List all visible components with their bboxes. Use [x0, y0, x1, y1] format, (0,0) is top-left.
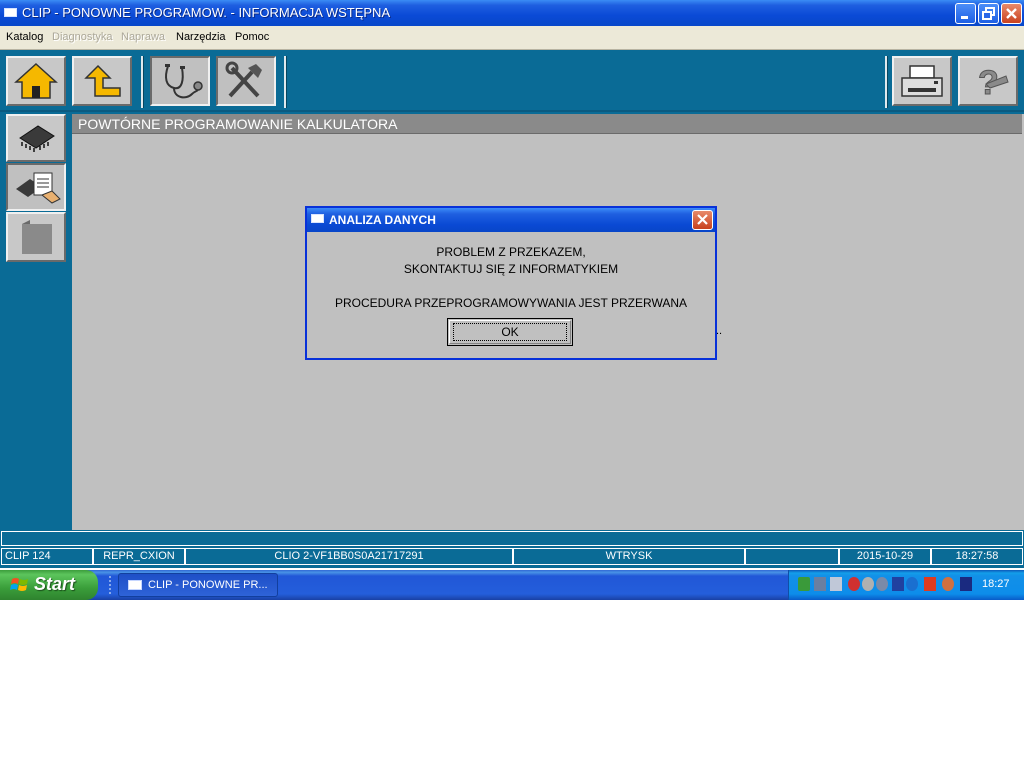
dialog-message-line2: SKONTAKTUJ SIĘ Z INFORMATYKIEM [403, 262, 619, 276]
toolbar-separator [885, 56, 888, 108]
menu-pomoc[interactable]: Pomoc [235, 31, 269, 43]
document-icon [22, 220, 52, 254]
diagnostics-button[interactable] [150, 56, 210, 106]
tray-power-icon[interactable] [906, 577, 918, 591]
menu-katalog[interactable]: Katalog [6, 31, 43, 43]
tray-connection-icon[interactable] [814, 577, 826, 591]
tray-update-icon[interactable] [942, 577, 954, 591]
tray-warning-icon[interactable] [924, 577, 936, 591]
tray-network-icon[interactable] [798, 577, 810, 591]
tray-security-icon[interactable] [848, 577, 860, 591]
status-connection: REPR_CXION [93, 548, 185, 565]
window-title: CLIP - PONOWNE PROGRAMOW. - INFORMACJA W… [22, 5, 391, 20]
printer-icon [901, 65, 943, 97]
tray-clock[interactable]: 18:27 [982, 578, 1010, 590]
taskbar-app-icon [128, 580, 142, 590]
dialog-close-button[interactable] [692, 210, 713, 230]
dialog-message-line1: PROBLEM Z PRZEKAZEM, [436, 245, 586, 259]
tools-button[interactable] [216, 56, 276, 106]
back-arrow-icon [84, 64, 121, 97]
menu-narzedzia[interactable]: Narzędzia [176, 31, 226, 43]
minimize-icon [961, 16, 968, 19]
toolbar-separator [284, 56, 287, 108]
home-icon [14, 62, 58, 99]
dialog-title: ANALIZA DANYCH [329, 213, 436, 227]
app-window-icon [4, 8, 17, 17]
menu-naprawa: Naprawa [121, 31, 166, 43]
back-button[interactable] [72, 56, 132, 106]
ecu-programming-icon [16, 172, 61, 204]
content-title: POWTÓRNE PROGRAMOWANIE KALKULATORA [78, 116, 398, 132]
dialog-window-icon [311, 214, 324, 223]
tray-language-icon[interactable] [960, 577, 972, 591]
tray-usb-icon[interactable] [892, 577, 904, 591]
document-button [6, 212, 66, 262]
ecu-chip-icon [19, 125, 55, 152]
status-system: WTRYSK [513, 548, 745, 565]
ecu-programming-button[interactable] [6, 163, 66, 211]
close-window-button[interactable] [1001, 3, 1022, 24]
taskbar-item-label: CLIP - PONOWNE PR... [148, 579, 268, 591]
menu-diagnostyka: Diagnostyka [52, 31, 113, 43]
restore-icon [982, 7, 995, 20]
minimize-button[interactable] [955, 3, 976, 24]
tray-disk-icon[interactable] [862, 577, 874, 591]
ecu-button[interactable] [6, 114, 66, 162]
status-empty-cell [745, 548, 839, 565]
tray-volume-icon[interactable] [830, 577, 842, 591]
status-clip-id: CLIP 124 [1, 548, 93, 565]
close-icon [697, 214, 708, 225]
tray-service-icon[interactable] [876, 577, 888, 591]
status-time: 18:27:58 [931, 548, 1023, 565]
status-date: 2015-10-29 [839, 548, 931, 565]
stethoscope-icon [165, 64, 203, 99]
dialog-message-line3: PROCEDURA PRZEPROGRAMOWYWANIA JEST PRZER… [334, 296, 688, 310]
start-label: Start [34, 574, 76, 594]
toolbar-divider [0, 110, 1024, 112]
toolbar-separator [141, 56, 144, 108]
home-button[interactable] [6, 56, 66, 106]
taskbar-grip [109, 576, 111, 594]
ok-button-label[interactable]: OK [453, 323, 567, 341]
print-button[interactable] [892, 56, 952, 106]
status-vehicle: CLIO 2-VF1BB0S0A21717291 [185, 548, 513, 565]
status-message-strip [1, 531, 1023, 546]
windows-logo-icon [10, 578, 28, 591]
help-icon: ? [978, 64, 1009, 103]
help-button[interactable]: ? [958, 56, 1018, 106]
close-icon [1006, 8, 1017, 19]
tools-icon [225, 61, 262, 98]
restore-button[interactable] [978, 3, 999, 24]
